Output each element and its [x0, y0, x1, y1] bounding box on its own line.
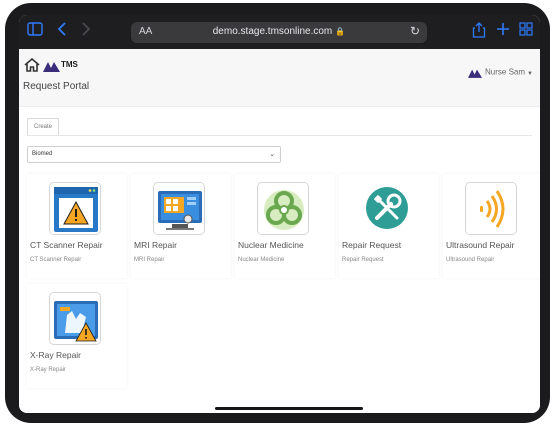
card-title: MRI Repair — [134, 240, 177, 250]
warning-monitor-icon — [49, 182, 101, 235]
card-title: CT Scanner Repair — [30, 240, 103, 250]
tools-icon — [361, 182, 413, 235]
card-mri-repair[interactable]: MRI Repair MRI Repair — [131, 174, 231, 278]
card-subtitle: MRI Repair — [134, 257, 165, 263]
card-repair-request[interactable]: Repair Request Repair Request — [339, 174, 439, 278]
tab-create[interactable]: Create — [27, 118, 59, 135]
department-select-value: Biomed — [32, 151, 53, 157]
home-icon[interactable] — [24, 57, 40, 72]
card-subtitle: X-Ray Repair — [30, 367, 67, 373]
card-title: Nuclear Medicine — [238, 240, 304, 250]
ipad-frame: AA demo.stage.tmsonline.com 🔒 ↻ TMS Requ… — [5, 3, 550, 423]
user-avatar-icon — [468, 67, 483, 78]
address-bar[interactable]: AA demo.stage.tmsonline.com 🔒 ↻ — [131, 22, 427, 43]
card-nuclear-medicine[interactable]: Nuclear Medicine Nuclear Medicine — [235, 174, 335, 278]
back-icon[interactable] — [53, 22, 71, 40]
card-subtitle: CT Scanner Repair — [30, 257, 82, 263]
page-title: Request Portal — [23, 81, 90, 92]
department-select[interactable]: Biomed ⌄ — [27, 146, 281, 163]
tab-divider — [27, 135, 532, 136]
sidebar-icon[interactable] — [26, 22, 44, 40]
share-icon[interactable] — [470, 22, 488, 40]
card-ct-scanner-repair[interactable]: CT Scanner Repair CT Scanner Repair — [27, 174, 127, 278]
tabs-icon[interactable] — [517, 22, 535, 40]
card-subtitle: Repair Request — [342, 257, 384, 263]
tms-logo-icon — [43, 59, 60, 72]
xray-warning-icon — [49, 292, 101, 345]
reload-icon[interactable]: ↻ — [410, 24, 420, 38]
card-title: Ultrasound Repair — [446, 240, 515, 250]
chevron-down-icon: ⌄ — [269, 151, 275, 158]
card-x-ray-repair[interactable]: X-Ray Repair X-Ray Repair — [27, 284, 127, 388]
user-name: Nurse Sam — [485, 67, 526, 77]
brand-name: TMS — [61, 60, 78, 69]
chevron-down-icon: ▼ — [527, 70, 533, 77]
forward-icon[interactable] — [77, 22, 95, 40]
card-title: Repair Request — [342, 240, 402, 250]
app-header: TMS Request Portal Nurse Sam ▼ — [19, 49, 540, 107]
url-text: demo.stage.tmsonline.com — [212, 26, 333, 37]
ultrasound-waves-icon — [465, 182, 517, 235]
card-subtitle: Ultrasound Repair — [446, 257, 495, 263]
home-indicator[interactable] — [215, 407, 363, 410]
new-tab-icon[interactable] — [494, 22, 512, 40]
user-menu[interactable]: Nurse Sam ▼ — [468, 67, 533, 78]
safari-toolbar: AA demo.stage.tmsonline.com 🔒 ↻ — [19, 15, 540, 49]
card-ultrasound-repair[interactable]: Ultrasound Repair Ultrasound Repair — [443, 174, 540, 278]
request-portal-app: TMS Request Portal Nurse Sam ▼ Create Bio… — [19, 49, 540, 413]
screen: AA demo.stage.tmsonline.com 🔒 ↻ TMS Requ… — [19, 15, 540, 413]
mri-monitor-icon — [153, 182, 205, 235]
biohazard-icon — [257, 182, 309, 235]
card-title: X-Ray Repair — [30, 350, 82, 360]
lock-icon: 🔒 — [335, 27, 346, 36]
card-subtitle: Nuclear Medicine — [238, 257, 285, 263]
